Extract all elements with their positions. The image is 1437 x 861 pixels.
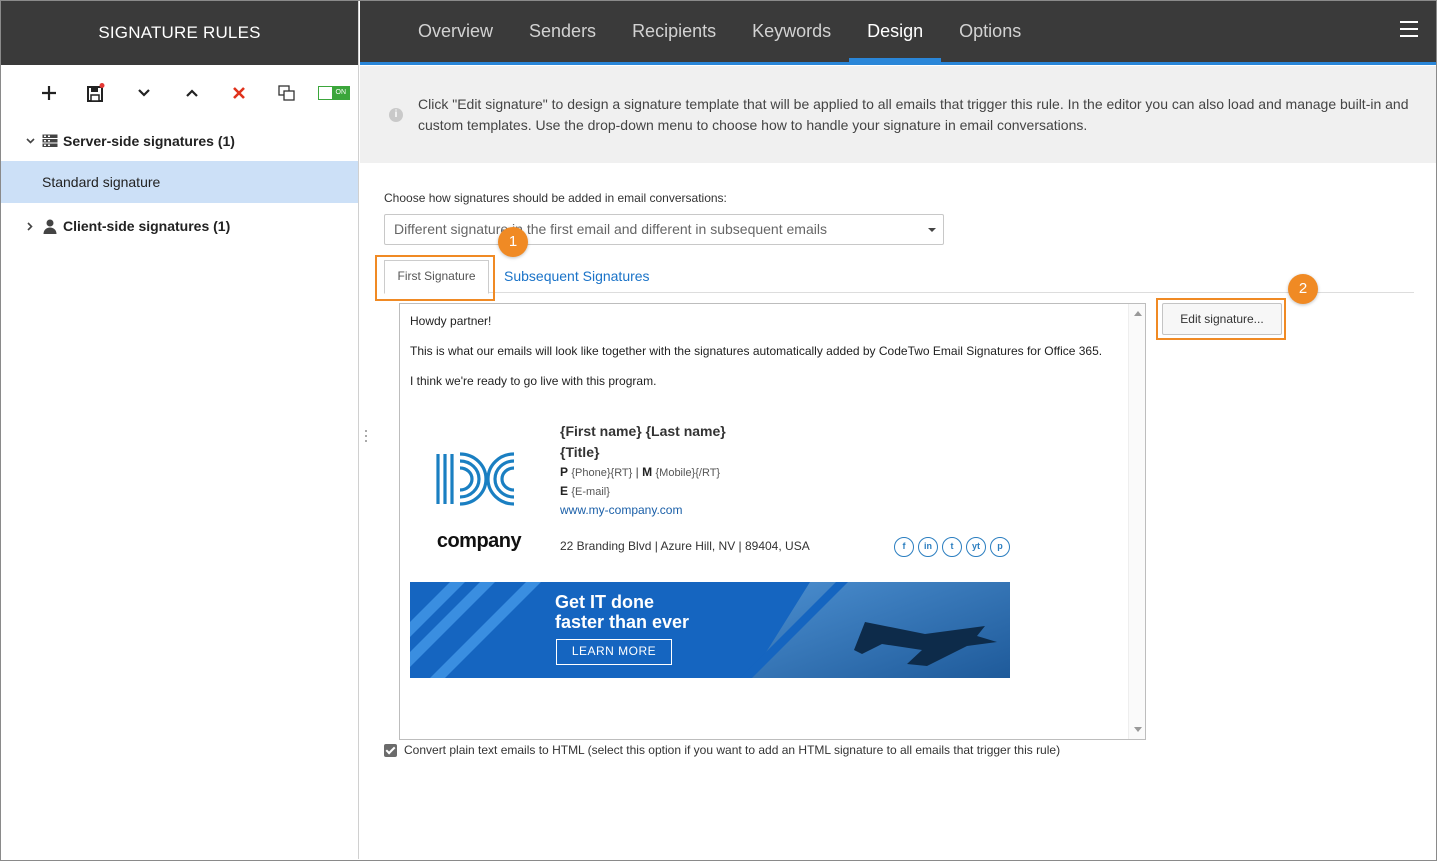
highlight-edit-signature xyxy=(1156,298,1286,340)
add-rule-button[interactable] xyxy=(25,78,73,108)
user-icon xyxy=(41,219,59,234)
move-down-button[interactable] xyxy=(120,78,168,108)
tab-design[interactable]: Design xyxy=(849,1,942,62)
close-icon xyxy=(233,87,246,99)
info-icon: i xyxy=(389,108,403,122)
separator: | xyxy=(635,465,639,479)
tab-overview[interactable]: Overview xyxy=(400,1,511,62)
email-label: E xyxy=(560,484,569,498)
email-body: Howdy partner! This is what our emails w… xyxy=(410,314,1120,404)
promo-banner: Get IT done faster than ever LEARN MORE xyxy=(410,582,1010,678)
tree-group-label: Client-side signatures (1) xyxy=(63,218,231,234)
convert-html-label: Convert plain text emails to HTML (selec… xyxy=(404,743,1061,757)
toggle-label: ON xyxy=(332,87,350,99)
copy-button[interactable] xyxy=(263,78,311,108)
delete-button[interactable] xyxy=(215,78,263,108)
tab-recipients[interactable]: Recipients xyxy=(614,1,734,62)
plus-icon xyxy=(41,86,56,100)
callout-badge-2: 2 xyxy=(1288,274,1318,304)
info-text: Click "Edit signature" to design a signa… xyxy=(418,96,1409,133)
tab-options[interactable]: Options xyxy=(941,1,1039,62)
caret-down-icon xyxy=(928,228,936,232)
learn-more-button[interactable]: LEARN MORE xyxy=(556,639,672,665)
conversation-label: Choose how signatures should be added in… xyxy=(384,191,727,205)
chevron-up-icon xyxy=(185,89,198,97)
tree-group-server-side[interactable]: Server-side signatures (1) xyxy=(1,121,358,161)
chevron-down-icon xyxy=(138,89,150,97)
save-icon xyxy=(87,83,105,102)
banner-headline: Get IT done faster than ever xyxy=(555,592,689,632)
save-button[interactable] xyxy=(73,78,121,108)
tab-keywords[interactable]: Keywords xyxy=(734,1,849,62)
mobile-value: {Mobile}{/RT} xyxy=(655,467,721,479)
conversation-dropdown-value: Different signature in the first email a… xyxy=(394,221,827,237)
scroll-up-icon[interactable] xyxy=(1134,311,1142,316)
top-nav: Overview Senders Recipients Keywords Des… xyxy=(360,1,1436,65)
signature-block: company {First name} {Last name} {Title}… xyxy=(410,422,1010,572)
logo-wordmark: company xyxy=(436,530,522,552)
phone-label: P xyxy=(560,465,569,479)
tree-item-label: Standard signature xyxy=(42,174,161,190)
callout-badge-1: 1 xyxy=(498,227,528,257)
youtube-icon: yt xyxy=(966,537,986,557)
copy-icon xyxy=(278,85,295,101)
signature-preview[interactable]: Howdy partner! This is what our emails w… xyxy=(399,303,1146,740)
signature-subtabs: First Signature Subsequent Signatures xyxy=(384,260,1414,294)
signature-address: 22 Branding Blvd | Azure Hill, NV | 8940… xyxy=(560,539,810,553)
company-logo: company xyxy=(420,438,522,552)
sidebar-title: SIGNATURE RULES xyxy=(1,1,358,65)
chevron-right-icon xyxy=(23,221,37,231)
nav-tabs: Overview Senders Recipients Keywords Des… xyxy=(400,1,1039,62)
design-panel: Choose how signatures should be added in… xyxy=(360,163,1436,859)
conversation-dropdown[interactable]: Different signature in the first email a… xyxy=(384,214,944,245)
convert-html-checkbox[interactable] xyxy=(384,743,397,757)
mobile-label: M xyxy=(642,465,653,479)
tab-senders[interactable]: Senders xyxy=(511,1,614,62)
tree-group-label: Server-side signatures (1) xyxy=(63,133,235,149)
email-paragraph-1: This is what our emails will look like t… xyxy=(410,344,1103,358)
chevron-down-icon xyxy=(23,138,37,144)
subtab-subsequent-signatures[interactable]: Subsequent Signatures xyxy=(504,268,650,284)
email-value: {E-mail} xyxy=(571,486,610,498)
social-icons: f in t yt p xyxy=(894,537,1010,557)
scroll-down-icon[interactable] xyxy=(1134,727,1142,732)
phone-value: {Phone}{RT} xyxy=(571,467,633,479)
email-paragraph-2: I think we're ready to go live with this… xyxy=(410,374,657,388)
server-icon xyxy=(41,134,59,148)
move-up-button[interactable] xyxy=(168,78,216,108)
email-greeting: Howdy partner! xyxy=(410,314,492,328)
menu-icon[interactable] xyxy=(1400,21,1418,39)
preview-scrollbar[interactable] xyxy=(1128,304,1145,739)
facebook-icon: f xyxy=(894,537,914,557)
signature-email-line: E {E-mail} xyxy=(560,482,726,501)
signature-details: {First name} {Last name} {Title} P {Phon… xyxy=(560,422,726,519)
linkedin-icon: in xyxy=(918,537,938,557)
info-banner: i Click "Edit signature" to design a sig… xyxy=(360,66,1436,163)
banner-line-2: faster than ever xyxy=(555,612,690,632)
signature-phone-line: P {Phone}{RT} | M {Mobile}{/RT} xyxy=(560,463,726,482)
rule-toggle[interactable]: ON xyxy=(310,78,358,108)
signature-title: {Title} xyxy=(560,444,600,460)
signature-website: www.my-company.com xyxy=(560,503,683,517)
rules-toolbar: ON xyxy=(1,65,358,121)
twitter-icon: t xyxy=(942,537,962,557)
signature-name: {First name} {Last name} xyxy=(560,423,726,439)
convert-html-option: Convert plain text emails to HTML (selec… xyxy=(384,743,1060,757)
tree-group-client-side[interactable]: Client-side signatures (1) xyxy=(1,206,358,246)
banner-line-1: Get IT done xyxy=(555,592,654,612)
highlight-first-signature xyxy=(375,255,495,301)
sidebar: SIGNATURE RULES ON Server-side signature… xyxy=(1,1,359,859)
tree-item-standard-signature[interactable]: Standard signature xyxy=(1,161,358,203)
banner-graphic xyxy=(410,582,1010,678)
pinterest-icon: p xyxy=(990,537,1010,557)
